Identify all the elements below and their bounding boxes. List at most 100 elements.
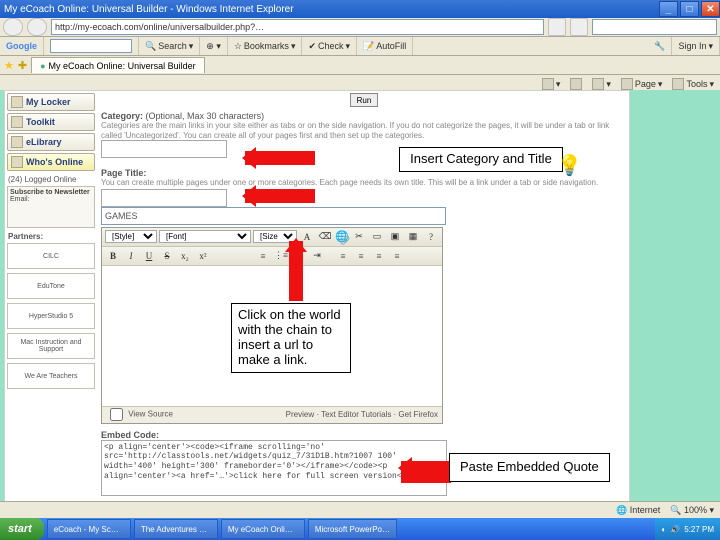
strike-button[interactable]: S xyxy=(159,248,175,264)
image-button[interactable]: ▭ xyxy=(369,229,385,245)
sidebar-whos-online[interactable]: Who's Online xyxy=(7,153,95,171)
page-menu[interactable]: Page ▾ xyxy=(621,78,663,90)
tray-icon[interactable]: ◐ xyxy=(661,525,666,534)
window-title: My eCoach Online: Universal Builder - Wi… xyxy=(4,4,294,15)
partner-mac[interactable]: Mac Instruction and Support xyxy=(7,333,95,359)
view-source-toggle[interactable]: View Source xyxy=(106,405,173,424)
callout-insert: Insert Category and Title xyxy=(399,147,563,172)
add-favorites-icon[interactable]: ✚ xyxy=(18,59,27,72)
align-left-button[interactable]: ≡ xyxy=(335,248,351,264)
google-brand: Google xyxy=(0,37,44,55)
google-wrench-button[interactable]: 🔧 xyxy=(648,37,672,55)
unlink-button[interactable]: ✂ xyxy=(351,229,367,245)
locker-icon xyxy=(11,96,23,108)
browser-tab[interactable]: ● My eCoach Online: Universal Builder xyxy=(31,57,205,73)
zoom-label[interactable]: 🔍 100% ▾ xyxy=(670,505,714,516)
eraser-button[interactable]: ⌫ xyxy=(317,229,333,245)
align-right-button[interactable]: ≡ xyxy=(371,248,387,264)
style-select[interactable]: [Style] xyxy=(105,230,157,243)
sub-button[interactable]: x₂ xyxy=(177,248,193,264)
newsletter-box[interactable]: Subscribe to Newsletter Email: xyxy=(7,186,95,228)
page-background: My Locker Toolkit eLibrary Who's Online … xyxy=(0,90,720,518)
indent-button[interactable]: ⇥ xyxy=(309,248,325,264)
globe-icon: ● xyxy=(40,61,45,71)
start-button[interactable]: start xyxy=(0,518,44,540)
preview-link[interactable]: Preview xyxy=(286,410,314,419)
tutorials-link[interactable]: Text Editor Tutorials xyxy=(321,410,391,419)
google-bookmarks-button[interactable]: ☆ Bookmarks ▾ xyxy=(228,37,303,55)
editor-toolbar-2: B I U S x₂ x² ≡ ⋮≡ ⇤ ⇥ ≡ ≡ ≡ ≡ xyxy=(102,247,442,266)
partner-teachers[interactable]: We Are Teachers xyxy=(7,363,95,389)
page-title-label: Page Title: xyxy=(101,168,146,178)
tray-icon[interactable]: 🔊 xyxy=(670,525,680,534)
newsletter-title: Subscribe to Newsletter xyxy=(10,189,90,196)
table-button[interactable]: ▦ xyxy=(405,229,421,245)
embed-label: Embed Code: xyxy=(101,430,627,440)
google-signin-button[interactable]: Sign In ▾ xyxy=(672,37,720,55)
newsletter-sub: Email: xyxy=(10,196,29,203)
toolkit-icon xyxy=(11,116,23,128)
google-more-button[interactable]: ⊕ ▾ xyxy=(200,37,228,55)
font-select[interactable]: [Font] xyxy=(159,230,251,243)
category-input[interactable] xyxy=(101,140,227,158)
page-title-input[interactable]: GAMES xyxy=(101,207,446,225)
google-autofill-button[interactable]: 📝 AutoFill xyxy=(357,37,413,55)
insert-link-button[interactable]: 🌐🔗 xyxy=(335,230,349,244)
bold-button[interactable]: B xyxy=(105,248,121,264)
ie-status-bar: 🌐 Internet 🔍 100% ▾ xyxy=(0,501,720,518)
justify-button[interactable]: ≡ xyxy=(389,248,405,264)
stop-button[interactable] xyxy=(570,18,588,36)
clock: 5:27 PM xyxy=(684,525,714,534)
arrow-link xyxy=(289,241,303,301)
page-title-description: You can create multiple pages under one … xyxy=(101,178,627,188)
maximize-button[interactable]: □ xyxy=(680,1,699,17)
sidebar-toolkit[interactable]: Toolkit xyxy=(7,113,95,131)
lightbulb-icon: 💡 xyxy=(557,153,582,178)
italic-button[interactable]: I xyxy=(123,248,139,264)
address-input[interactable] xyxy=(51,19,544,35)
tools-menu[interactable]: Tools ▾ xyxy=(672,78,714,90)
category-description: Categories are the main links in your si… xyxy=(101,121,627,140)
back-button[interactable] xyxy=(3,18,23,36)
partner-edutone[interactable]: EduTone xyxy=(7,273,95,299)
page-title-input-small[interactable] xyxy=(101,189,227,207)
help-button[interactable]: ? xyxy=(423,229,439,245)
media-button[interactable]: ▣ xyxy=(387,229,403,245)
arrow-title xyxy=(245,189,315,203)
task-2[interactable]: The Adventures … xyxy=(134,519,218,539)
task-1[interactable]: eCoach - My Sc… xyxy=(47,519,131,539)
home-button[interactable]: ▾ xyxy=(542,78,561,90)
underline-button[interactable]: U xyxy=(141,248,157,264)
refresh-button[interactable] xyxy=(548,18,566,36)
feeds-button[interactable] xyxy=(570,78,582,90)
print-button[interactable]: ▾ xyxy=(592,78,611,90)
task-3[interactable]: My eCoach Onli… xyxy=(221,519,305,539)
sidebar-my-locker[interactable]: My Locker xyxy=(7,93,95,111)
minimize-button[interactable]: _ xyxy=(659,1,678,17)
sidebar-elibrary[interactable]: eLibrary xyxy=(7,133,95,151)
partners-label: Partners: xyxy=(8,232,95,241)
ol-button[interactable]: ≡ xyxy=(255,248,271,264)
task-4[interactable]: Microsoft PowerPo… xyxy=(308,519,397,539)
window-titlebar: My eCoach Online: Universal Builder - Wi… xyxy=(0,0,720,18)
partner-hyperstudio[interactable]: HyperStudio 5 xyxy=(7,303,95,329)
editor-toolbar-1: [Style] [Font] [Size] A ⌫ 🌐🔗 ✂ ▭ ▣ ▦ ? xyxy=(102,228,442,247)
run-button[interactable]: Run xyxy=(350,93,379,107)
google-search-button[interactable]: 🔍 Search ▾ xyxy=(139,37,200,55)
callout-embed: Paste Embedded Quote xyxy=(449,453,610,482)
sup-button[interactable]: x² xyxy=(195,248,211,264)
close-button[interactable]: ✕ xyxy=(701,1,720,17)
person-icon xyxy=(11,156,23,168)
ie-search-input[interactable] xyxy=(592,19,717,35)
google-search-input[interactable] xyxy=(50,39,132,53)
tab-label: My eCoach Online: Universal Builder xyxy=(49,61,196,71)
getfirefox-link[interactable]: Get Firefox xyxy=(398,410,438,419)
callout-link: Click on the world with the chain to ins… xyxy=(231,303,351,373)
favorites-icon[interactable]: ★ xyxy=(4,59,14,72)
align-center-button[interactable]: ≡ xyxy=(353,248,369,264)
forward-button[interactable] xyxy=(27,18,47,36)
system-tray[interactable]: ◐ 🔊 5:27 PM xyxy=(655,518,720,540)
google-check-button[interactable]: ✔ Check ▾ xyxy=(302,37,357,55)
editor-footer: View Source Preview · Text Editor Tutori… xyxy=(102,406,442,423)
partner-cilc[interactable]: CILC xyxy=(7,243,95,269)
